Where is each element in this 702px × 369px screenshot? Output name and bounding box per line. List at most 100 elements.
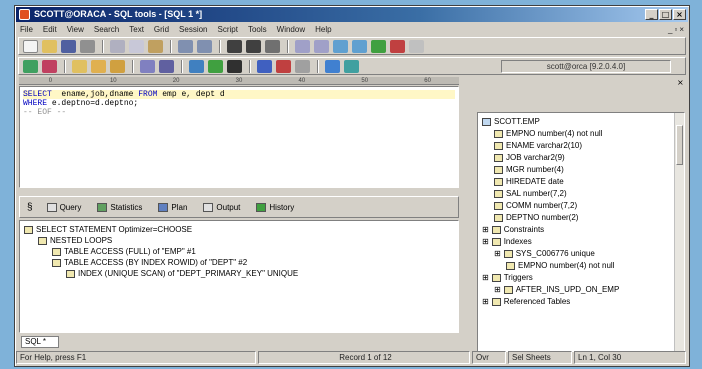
redo-icon[interactable] (197, 39, 212, 53)
column-icon (506, 262, 515, 270)
schema-node[interactable]: ⊞ AFTER_INS_UPD_ON_EMP (482, 284, 680, 296)
schema-node[interactable]: EMPNO number(4) not null (482, 128, 680, 140)
query-builder-icon[interactable] (276, 59, 291, 73)
find-next-icon[interactable] (246, 39, 261, 53)
mdi-close-icon[interactable]: × (679, 25, 684, 34)
tab-output[interactable]: Output (197, 201, 246, 214)
copy-icon[interactable] (129, 39, 144, 53)
procedure-icon[interactable] (140, 59, 155, 73)
plan-node[interactable]: INDEX (UNIQUE SCAN) of "DEPT_PRIMARY_KEY… (24, 268, 454, 279)
run-icon[interactable] (371, 39, 386, 53)
print-icon[interactable] (80, 39, 95, 53)
disconnect-icon[interactable] (42, 59, 57, 73)
schema-scrollbar[interactable] (674, 113, 684, 351)
schema-node[interactable]: MGR number(4) (482, 164, 680, 176)
schema-node[interactable]: ⊞ Indexes (482, 236, 680, 248)
plan-node[interactable]: TABLE ACCESS (BY INDEX ROWID) of "DEPT" … (24, 257, 454, 268)
paste-icon[interactable] (148, 39, 163, 53)
ruler-tick: 40 (298, 78, 306, 84)
rollback-icon[interactable] (208, 59, 223, 73)
schema-tree[interactable]: SCOTT.EMP EMPNO number(4) not null ENAME v… (477, 112, 685, 352)
save-icon[interactable] (61, 39, 76, 53)
dock-icon[interactable]: § (23, 202, 37, 213)
schema-node[interactable]: HIREDATE date (482, 176, 680, 188)
plan-tree[interactable]: SELECT STATEMENT Optimizer=CHOOSE NESTED … (19, 220, 459, 333)
panel-close-icon[interactable]: × (677, 79, 685, 87)
session-manager-icon[interactable] (325, 59, 340, 73)
ruler-tick: 10 (109, 78, 117, 84)
new-file-icon[interactable] (23, 39, 38, 53)
expand-icon[interactable]: ⊞ (494, 248, 501, 260)
mdi-minimize-icon[interactable]: _ (668, 25, 672, 34)
sql-editor[interactable]: SELECT ename,job,dname FROM emp e, dept … (19, 86, 459, 188)
schema-node[interactable]: ENAME varchar2(10) (482, 140, 680, 152)
close-button[interactable]: × (673, 9, 686, 20)
menu-item-text[interactable]: Text (129, 25, 144, 34)
schema-node[interactable]: ⊞ SYS_C006776 unique (482, 248, 680, 260)
folder-icon (503, 286, 513, 294)
plan-node[interactable]: TABLE ACCESS (FULL) of "EMP" #1 (24, 246, 454, 257)
stop-icon[interactable] (409, 39, 424, 53)
expand-icon[interactable]: ⊞ (482, 272, 489, 284)
connection-selector[interactable]: scott@orca [9.2.0.4.0] (501, 60, 671, 73)
connect-icon[interactable] (23, 59, 38, 73)
maximize-button[interactable]: □ (659, 9, 672, 20)
expand-icon[interactable]: ⊞ (482, 296, 489, 308)
open-folder-icon[interactable] (42, 39, 57, 53)
schema-node[interactable]: COMM number(7,2) (482, 200, 680, 212)
menu-item-search[interactable]: Search (94, 25, 119, 34)
comment-icon[interactable] (333, 39, 348, 53)
schema-node[interactable]: SCOTT.EMP (482, 116, 680, 128)
menu-item-file[interactable]: File (20, 25, 33, 34)
menu-item-edit[interactable]: Edit (43, 25, 57, 34)
replace-icon[interactable] (265, 39, 280, 53)
step-icon[interactable] (390, 39, 405, 53)
cut-icon[interactable] (110, 39, 125, 53)
expand-icon[interactable]: ⊞ (482, 224, 489, 236)
menu-item-view[interactable]: View (67, 25, 84, 34)
mdi-restore-icon[interactable]: ▫ (674, 25, 677, 34)
schema-node[interactable]: DEPTNO number(2) (482, 212, 680, 224)
table-icon[interactable] (72, 59, 87, 73)
find-icon[interactable] (227, 39, 242, 53)
menu-item-window[interactable]: Window (277, 25, 305, 34)
uncomment-icon[interactable] (352, 39, 367, 53)
schema-node[interactable]: SAL number(7,2) (482, 188, 680, 200)
tab-plan[interactable]: Plan (152, 201, 193, 214)
schema-browser-icon[interactable] (257, 59, 272, 73)
view-icon[interactable] (91, 59, 106, 73)
menu-item-help[interactable]: Help (315, 25, 331, 34)
expand-icon[interactable]: ⊞ (494, 284, 501, 296)
schema-node[interactable]: ⊞ Constraints (482, 224, 680, 236)
schema-node[interactable]: JOB varchar2(9) (482, 152, 680, 164)
expand-icon[interactable]: ⊞ (482, 236, 489, 248)
window-title: SCOTT@ORACA - SQL tools - [SQL 1 *] (34, 9, 203, 19)
tab-statistics[interactable]: Statistics (91, 201, 148, 214)
export-icon[interactable] (295, 59, 310, 73)
menu-item-session[interactable]: Session (179, 25, 207, 34)
menu-item-tools[interactable]: Tools (248, 25, 267, 34)
splitter[interactable] (19, 189, 459, 195)
minimize-button[interactable]: _ (645, 9, 658, 20)
undo-icon[interactable] (178, 39, 193, 53)
explain-icon[interactable] (227, 59, 242, 73)
indent-icon[interactable] (295, 39, 310, 53)
schema-node[interactable]: EMPNO number(4) not null (482, 260, 680, 272)
package-icon[interactable] (159, 59, 174, 73)
tab-history[interactable]: History (250, 201, 300, 214)
menu-item-grid[interactable]: Grid (154, 25, 169, 34)
outdent-icon[interactable] (314, 39, 329, 53)
index-icon[interactable] (110, 59, 125, 73)
tab-query[interactable]: Query (41, 201, 88, 214)
schema-panel-header: × (465, 77, 687, 109)
help-icon[interactable] (344, 59, 359, 73)
plan-node[interactable]: NESTED LOOPS (24, 235, 454, 246)
commit-icon[interactable] (189, 59, 204, 73)
main-toolbar (18, 37, 686, 55)
schema-node[interactable]: ⊞ Triggers (482, 272, 680, 284)
sql-tab[interactable]: SQL * (21, 336, 59, 348)
plan-node[interactable]: SELECT STATEMENT Optimizer=CHOOSE (24, 224, 454, 235)
title-bar[interactable]: SCOTT@ORACA - SQL tools - [SQL 1 *] _ □ … (16, 7, 688, 22)
menu-item-script[interactable]: Script (218, 25, 238, 34)
schema-node[interactable]: ⊞ Referenced Tables (482, 296, 680, 308)
